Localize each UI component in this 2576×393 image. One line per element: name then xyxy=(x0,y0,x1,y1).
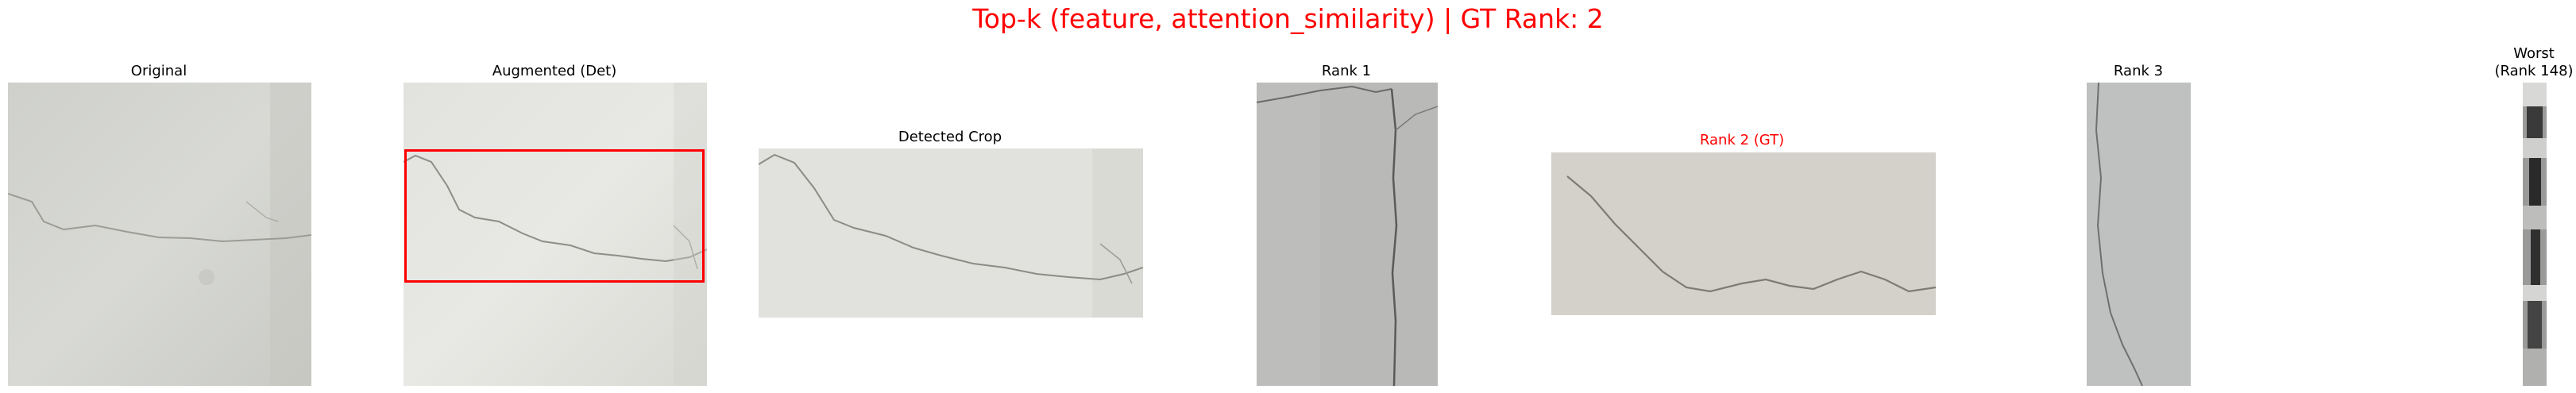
rank3-image xyxy=(2087,83,2191,386)
worst-image xyxy=(2523,83,2547,386)
panel-title-rank3: Rank 3 xyxy=(2113,63,2164,79)
rank2-image xyxy=(1551,152,1936,315)
figure-suptitle: Top-k (feature, attention_similarity) | … xyxy=(972,3,1604,34)
panel-title-detected-crop: Detected Crop xyxy=(898,129,1002,145)
panel-title-rank2: Rank 2 (GT) xyxy=(1699,132,1785,148)
detection-box xyxy=(404,149,705,283)
panel-title-rank1: Rank 1 xyxy=(1321,63,1372,79)
panel-title-worst-line2: (Rank 148) xyxy=(2494,63,2574,79)
panel-title-worst-line1: Worst xyxy=(2513,45,2555,62)
original-image xyxy=(8,83,311,386)
panel-title-augmented: Augmented (Det) xyxy=(492,63,617,79)
rank1-image xyxy=(1257,83,1438,386)
panel-title-original: Original xyxy=(130,63,187,79)
augmented-image xyxy=(404,83,707,386)
detected-crop-image xyxy=(759,148,1143,318)
